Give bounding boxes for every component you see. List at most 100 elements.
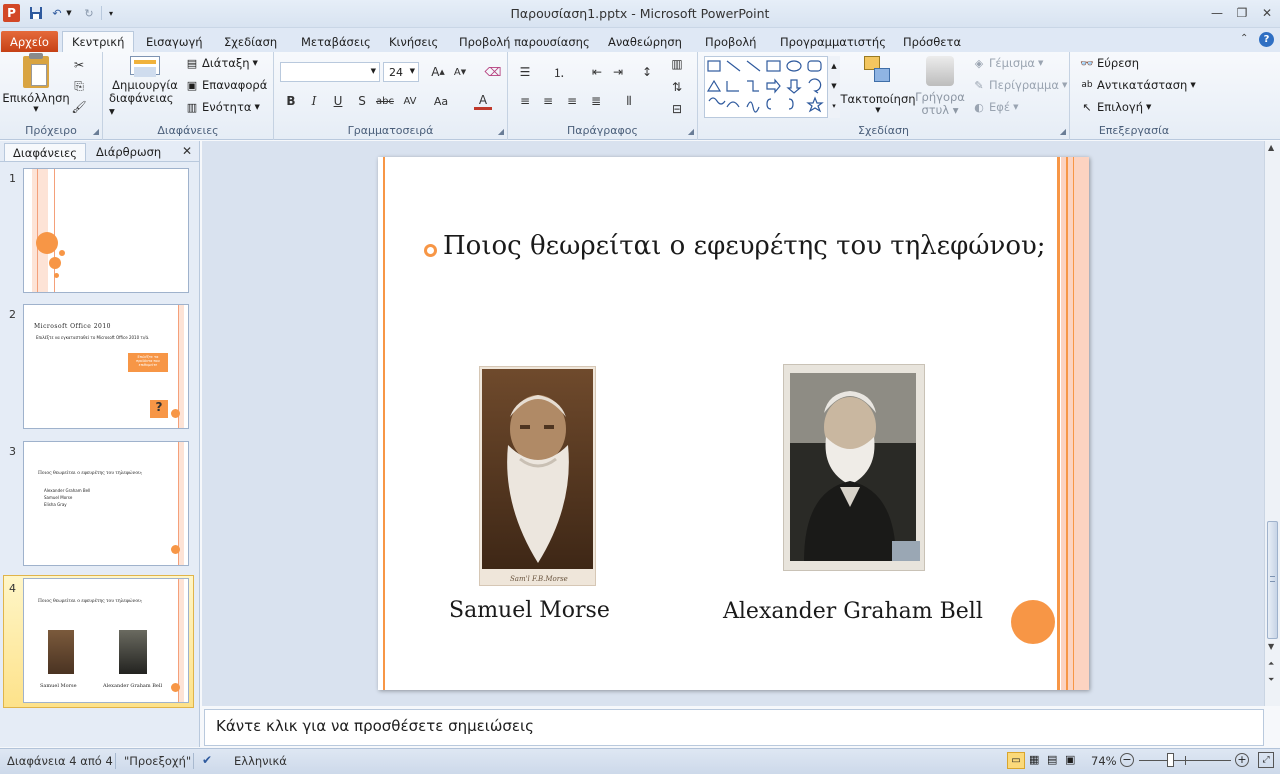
tab-home[interactable]: Κεντρική (62, 31, 135, 52)
minimize-icon[interactable]: — (1206, 4, 1228, 22)
slide-question[interactable]: Ποιος θεωρείται ο εφευρέτης του τηλεφώνο… (443, 231, 1046, 261)
shapes-gallery[interactable] (704, 56, 840, 118)
tab-addins[interactable]: Πρόσθετα (901, 31, 963, 52)
tab-developer[interactable]: Προγραμματιστής (778, 31, 888, 52)
replace-button[interactable]: ab Αντικατάσταση ▼ (1080, 78, 1195, 92)
section-button[interactable]: ▥ Ενότητα ▼ (185, 100, 260, 114)
text-direction-icon[interactable]: ⇅ (668, 78, 686, 96)
bullets-icon[interactable]: ☰ (516, 63, 534, 81)
scroll-up-icon[interactable]: ▲ (1268, 143, 1274, 152)
zoom-in-icon[interactable]: + (1235, 753, 1249, 767)
paragraph-launcher-icon[interactable]: ◢ (688, 127, 694, 136)
tab-view[interactable]: Προβολή (703, 31, 758, 52)
grow-font-icon[interactable]: A ▲ (429, 63, 447, 81)
previous-slide-icon[interactable]: ⏶ (1268, 659, 1274, 669)
increase-indent-icon[interactable]: ⇥ (609, 63, 627, 81)
shrink-font-icon[interactable]: A ▼ (451, 63, 469, 81)
tab-design[interactable]: Σχεδίαση (222, 31, 279, 52)
format-painter-icon[interactable]: 🖌 (70, 98, 88, 116)
new-slide-button[interactable]: Δημιουργία διαφάνειας ▾ (109, 56, 181, 118)
align-right-icon[interactable]: ≡ (563, 92, 581, 110)
tab-slides-pane[interactable]: Διαφάνειες (4, 143, 87, 162)
decrease-indent-icon[interactable]: ⇤ (588, 63, 606, 81)
shape-fill-button[interactable]: ◈ Γέμισμα ▼ (972, 56, 1044, 70)
justify-icon[interactable]: ≣ (587, 92, 605, 110)
notes-pane[interactable]: Κάντε κλικ για να προσθέσετε σημειώσεις (204, 709, 1264, 746)
language-indicator[interactable]: Ελληνικά (234, 754, 287, 768)
samuel-morse-photo[interactable]: Sam'l F.B.Morse (479, 366, 596, 586)
name-samuel-morse[interactable]: Samuel Morse (449, 598, 610, 623)
line-spacing-icon[interactable]: ↕ (638, 63, 656, 81)
shape-effects-button[interactable]: ◐ Εφέ ▼ (972, 100, 1018, 114)
next-slide-icon[interactable]: ⏷ (1268, 675, 1274, 685)
scroll-down-icon[interactable]: ▼ (1268, 642, 1274, 651)
drawing-launcher-icon[interactable]: ◢ (1060, 127, 1066, 136)
font-size-combo[interactable]: 24 ▼ (383, 62, 419, 82)
fit-to-window-icon[interactable]: ⤢ (1258, 752, 1274, 768)
tab-slide-show[interactable]: Προβολή παρουσίασης (457, 31, 592, 52)
arrange-button[interactable]: Τακτοποίηση ▼ (840, 56, 916, 118)
font-color-icon[interactable]: A (474, 92, 492, 110)
clipboard-launcher-icon[interactable]: ◢ (93, 127, 99, 136)
theme-name[interactable]: "Προεξοχή" (124, 754, 191, 768)
slide-show-icon[interactable]: ▣ (1065, 753, 1075, 766)
italic-icon[interactable]: I (305, 92, 323, 110)
tab-outline-pane[interactable]: Διάρθρωση (88, 143, 169, 161)
close-icon[interactable]: ✕ (1256, 4, 1278, 22)
proofing-icon[interactable]: ✔ (202, 753, 212, 767)
align-left-icon[interactable]: ≡ (516, 92, 534, 110)
notes-placeholder: Κάντε κλικ για να προσθέσετε σημειώσεις (216, 717, 534, 735)
zoom-slider-thumb[interactable] (1167, 753, 1174, 767)
morse-thumb-photo (48, 630, 74, 674)
text-columns-icon[interactable]: ⫴ (620, 92, 638, 110)
shape-outline-button[interactable]: ✎ Περίγραμμα ▼ (972, 78, 1067, 92)
scroll-thumb[interactable] (1267, 521, 1278, 639)
slide-thumbnail-2[interactable]: Microsoft Office 2010 Επιλέξτε να εγκατα… (23, 304, 189, 429)
find-button[interactable]: 👓 Εύρεση (1080, 56, 1139, 70)
thumb-item: Samuel Morse (44, 495, 73, 500)
reading-view-icon[interactable]: ▤ (1047, 753, 1057, 766)
change-case-icon[interactable]: Aa (432, 92, 450, 110)
normal-view-icon[interactable]: ▭ (1007, 752, 1025, 769)
copy-icon[interactable]: ⎘ (70, 77, 88, 95)
layout-button[interactable]: ▤ Διάταξη ▼ (185, 56, 258, 70)
font-launcher-icon[interactable]: ◢ (498, 127, 504, 136)
tab-animations[interactable]: Κινήσεις (387, 31, 440, 52)
tab-transitions[interactable]: Μεταβάσεις (299, 31, 373, 52)
shapes-scroll[interactable]: ▲ ▼ ▾ (827, 56, 840, 118)
tab-file[interactable]: Αρχείο (1, 31, 58, 52)
restore-icon[interactable]: ❐ (1231, 4, 1253, 22)
slide-thumbnail-1[interactable] (23, 168, 189, 293)
quick-styles-button[interactable]: Γρήγορα στυλ ▾ (914, 56, 966, 118)
zoom-out-icon[interactable]: − (1120, 753, 1134, 767)
slide-canvas[interactable]: Ποιος θεωρείται ο εφευρέτης του τηλεφώνο… (378, 157, 1089, 690)
align-text-icon[interactable]: ⊟ (668, 100, 686, 118)
slide-thumbnail-4[interactable]: Ποιος θεωρείται ο εφευρέτης του τηλεφώνο… (23, 578, 189, 703)
underline-icon[interactable]: U (329, 92, 347, 110)
columns-icon[interactable]: ▥ (668, 55, 686, 73)
paste-button[interactable]: Επικόλληση ▼ (2, 53, 70, 116)
slide-sorter-icon[interactable]: ▦ (1029, 753, 1039, 766)
font-name-combo[interactable]: ▼ (280, 62, 380, 82)
vertical-scrollbar[interactable]: ▲ ▼ ⏶ ⏷ (1264, 141, 1280, 706)
tab-insert[interactable]: Εισαγωγή (144, 31, 205, 52)
shadow-icon[interactable]: S (353, 92, 371, 110)
clear-formatting-icon[interactable]: ⌫ (484, 63, 502, 81)
reset-button[interactable]: ▣ Επαναφορά (185, 78, 267, 92)
numbering-icon[interactable]: ⒈ (550, 63, 568, 81)
character-spacing-icon[interactable]: AV (401, 92, 419, 110)
strikethrough-icon[interactable]: abc (376, 92, 394, 110)
chevron-down-icon: ▼ (409, 67, 415, 75)
slide-thumbnail-3[interactable]: Ποιος θεωρείται ο εφευρέτης του τηλεφώνο… (23, 441, 189, 566)
minimize-ribbon-icon[interactable]: ⌃ (1240, 33, 1248, 44)
tab-review[interactable]: Αναθεώρηση (606, 31, 684, 52)
close-pane-icon[interactable]: ✕ (182, 144, 192, 158)
select-button[interactable]: ↖ Επιλογή ▼ (1080, 100, 1151, 114)
name-alexander-graham-bell[interactable]: Alexander Graham Bell (723, 599, 983, 624)
help-icon[interactable]: ? (1259, 32, 1274, 47)
bold-icon[interactable]: B (282, 92, 300, 110)
align-center-icon[interactable]: ≡ (539, 92, 557, 110)
zoom-level[interactable]: 74% (1091, 754, 1117, 768)
alexander-graham-bell-photo[interactable] (783, 364, 925, 571)
cut-icon[interactable]: ✂ (70, 56, 88, 74)
